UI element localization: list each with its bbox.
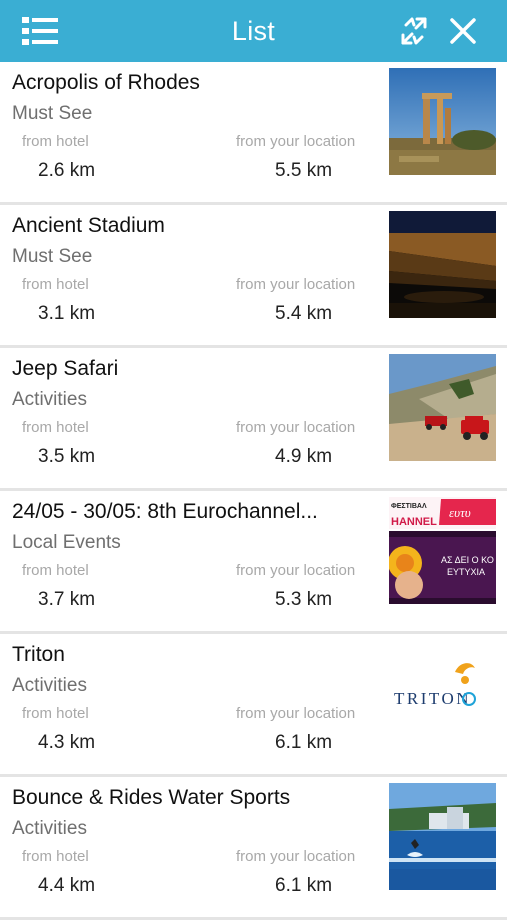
close-icon[interactable]: [449, 17, 477, 45]
places-list: Acropolis of Rhodes Must See from hotel …: [0, 62, 507, 920]
from-hotel-label: from hotel: [22, 562, 89, 579]
from-hotel-label: from hotel: [22, 133, 89, 150]
distance-from-location: 5.3 km: [275, 589, 333, 610]
poster-line1-text: ΑΣ ΔΕΙ Ο ΚΟ: [441, 555, 494, 565]
from-location-label: from your location: [236, 133, 356, 150]
sort-arrows-icon[interactable]: [398, 15, 430, 47]
distance-from-location: 6.1 km: [275, 875, 333, 896]
poster-channel-text: HANNEL: [391, 516, 437, 528]
item-name: Jeep Safari: [12, 357, 119, 380]
watersports-thumbnail: [389, 783, 496, 890]
list-item[interactable]: Ancient Stadium Must See from hotel from…: [0, 205, 507, 348]
page-title: List: [231, 15, 276, 46]
item-category: Must See: [12, 246, 93, 267]
from-location-label: from your location: [236, 848, 356, 865]
item-category: Local Events: [12, 532, 121, 553]
distance-from-location: 6.1 km: [275, 732, 333, 753]
distance-from-hotel: 3.7 km: [38, 589, 96, 610]
distance-from-hotel: 3.1 km: [38, 303, 96, 324]
item-name: Bounce & Rides Water Sports: [12, 786, 291, 809]
distance-from-hotel: 4.4 km: [38, 875, 96, 896]
poster-festival-text: ΦΕΣΤΙΒΑΛ: [391, 503, 427, 510]
from-location-label: from your location: [236, 419, 356, 436]
list-item[interactable]: Triton Activities from hotel from your l…: [0, 634, 507, 777]
list-item[interactable]: 24/05 - 30/05: 8th Eurochannel... Local …: [0, 491, 507, 634]
list-item[interactable]: Acropolis of Rhodes Must See from hotel …: [0, 62, 507, 205]
item-name: 24/05 - 30/05: 8th Eurochannel...: [12, 500, 318, 523]
distance-from-location: 5.4 km: [275, 303, 333, 324]
poster-brand-text: ευτυ: [449, 505, 471, 520]
poster-line2-text: ΕΥΤΥΧΙΑ: [447, 567, 485, 577]
ruins-thumbnail: [389, 68, 496, 175]
item-category: Activities: [12, 818, 87, 839]
top-bar: List: [0, 0, 507, 62]
from-hotel-label: from hotel: [22, 276, 89, 293]
distance-from-hotel: 2.6 km: [38, 160, 96, 181]
stadium-thumbnail: [389, 211, 496, 318]
item-category: Must See: [12, 103, 93, 124]
from-location-label: from your location: [236, 705, 356, 722]
from-hotel-label: from hotel: [22, 848, 89, 865]
distance-from-location: 5.5 km: [275, 160, 333, 181]
list-item[interactable]: Jeep Safari Activities from hotel from y…: [0, 348, 507, 491]
distance-from-location: 4.9 km: [275, 446, 333, 467]
festival-poster-thumbnail: ΦΕΣΤΙΒΑΛ HANNEL ευτυ ΑΣ ΔΕΙ Ο ΚΟ ΕΥΤΥΧΙΑ: [389, 497, 496, 604]
triton-logo-thumbnail: TRITON: [389, 640, 496, 747]
distance-from-hotel: 3.5 km: [38, 446, 96, 467]
jeeps-thumbnail: [389, 354, 496, 461]
menu-list-icon[interactable]: [22, 15, 58, 47]
from-hotel-label: from hotel: [22, 705, 89, 722]
from-location-label: from your location: [236, 562, 356, 579]
item-name: Ancient Stadium: [12, 214, 165, 237]
triton-logo-text: TRITON: [394, 689, 471, 708]
list-item[interactable]: Bounce & Rides Water Sports Activities f…: [0, 777, 507, 920]
item-name: Acropolis of Rhodes: [12, 71, 200, 94]
item-name: Triton: [12, 643, 65, 666]
distance-from-hotel: 4.3 km: [38, 732, 96, 753]
from-hotel-label: from hotel: [22, 419, 89, 436]
from-location-label: from your location: [236, 276, 356, 293]
item-category: Activities: [12, 389, 87, 410]
item-category: Activities: [12, 675, 87, 696]
